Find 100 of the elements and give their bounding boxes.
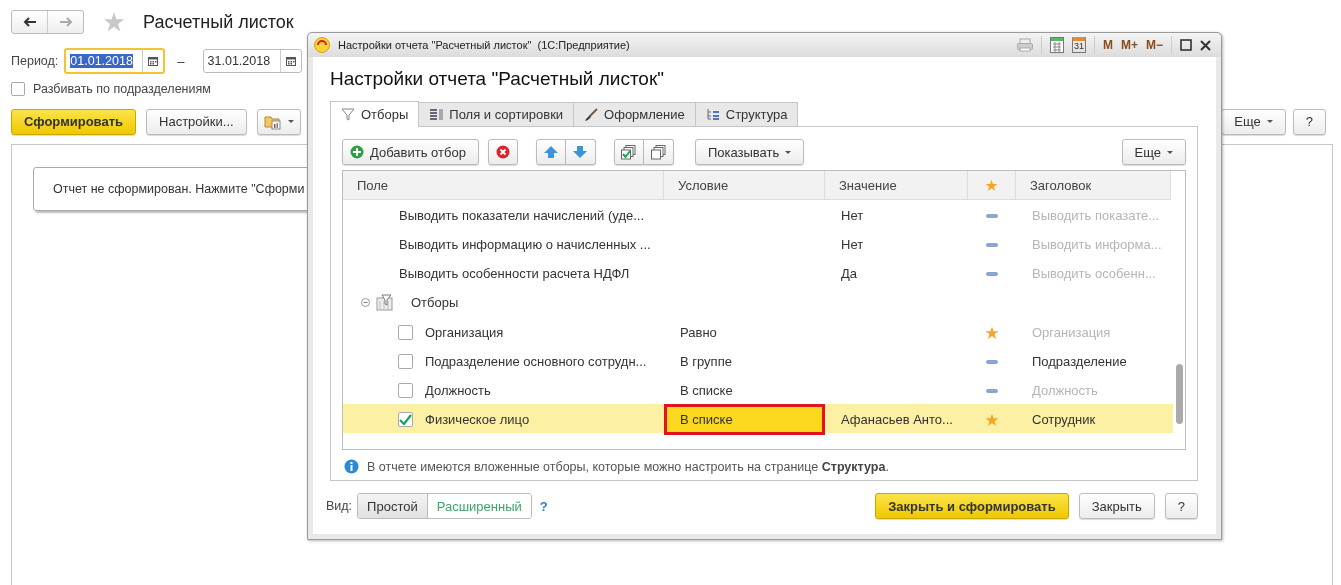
minus-icon[interactable] [986,241,998,248]
star-icon[interactable] [985,178,998,192]
report-options-button[interactable] [256,108,301,135]
button[interactable]: Настройки... [146,108,247,135]
report-icon [263,113,282,130]
close-icon[interactable] [1200,39,1211,51]
table-row[interactable]: Выводить особенности расчета НДФЛ Да Выводить особенн... [343,259,1173,288]
menu-button[interactable]: Еще [1221,108,1286,135]
calendar-icon[interactable]: 31 [1071,37,1086,53]
tab[interactable]: Поля и сортировки [418,102,575,126]
more-menu-button[interactable]: Еще [1121,139,1186,165]
field-name: Должность [425,383,491,398]
table-cell: В списке [664,404,825,435]
table-cell-text: Выводить особенн... [1031,266,1157,281]
column-header[interactable]: Поле [343,171,664,199]
move-down-button[interactable] [565,139,596,165]
checkbox[interactable] [398,412,413,427]
table-row[interactable]: Подразделение основного сотрудн... В группе Подразделение [343,346,1173,375]
minus-icon[interactable] [986,387,998,394]
column-header[interactable]: Условие [664,171,825,199]
table-cell-text: Равно [679,324,718,342]
add-icon [350,145,364,159]
calendar-icon[interactable] [285,56,296,66]
view-label: Вид: [326,499,353,513]
dialog-heading: Настройки отчета "Расчетный листок" [330,68,665,90]
button[interactable]: ? [1164,493,1198,519]
tab[interactable]: Отборы [330,101,420,127]
date-field[interactable]: 01.01.2018 [64,48,166,74]
printer-icon[interactable] [1016,38,1033,52]
page-title: Расчетный листок [143,11,294,33]
arrow-up-icon [543,146,558,158]
field-name: Физическое лицо [425,412,530,427]
memory-button[interactable]: M− [1146,38,1163,52]
funnel-icon [341,107,355,122]
table-cell-text: Нет [840,237,865,252]
check-all-icon [621,144,637,160]
minus-icon[interactable] [986,358,998,365]
tab[interactable]: Структура [694,102,799,126]
table-cell-text: Выводить информа... [1031,237,1163,252]
table-row[interactable]: Отборы [343,288,1173,317]
primary-button[interactable]: Сформировать [11,108,137,135]
info-text: В отчете имеются вложенные отборы, которые можно настроить на странице Структура. [367,459,889,474]
table-row[interactable]: Физическое лицо В списке Афанасьев Анто... Сотрудник [343,404,1173,433]
period-label: Период: [11,54,59,68]
button[interactable]: ? [1292,108,1326,135]
uncheck-all-button[interactable] [643,139,674,165]
window-title: Настройки отчета "Расчетный листок" (1С:Предприятие) [338,39,630,51]
table-row[interactable]: Организация Равно Организация [343,317,1173,346]
fields-sort-icon [429,107,444,122]
checkbox[interactable] [398,354,413,369]
table-row[interactable]: Выводить информацию о начисленных ... Нет Выводить информа... [343,230,1173,259]
table-cell-text: Афанасьев Анто... [840,412,954,427]
minus-icon[interactable] [986,212,998,219]
button[interactable]: Закрыть [1078,493,1155,519]
memory-button[interactable]: M+ [1120,38,1138,52]
field-name: Выводить показатели начислений (уде... [399,208,645,223]
field-name: Организация [425,325,504,340]
table-cell-text: В группе [679,353,733,371]
calculator-icon[interactable] [1049,37,1064,53]
table-row[interactable]: Должность В списке Должность [343,375,1173,404]
back-arrow-icon[interactable] [22,17,37,27]
navigation-buttons[interactable] [11,10,84,34]
delete-button[interactable] [487,139,518,165]
date-field[interactable]: 31.01.2018 [202,49,302,73]
maximize-icon[interactable] [1180,39,1192,51]
add-filter-button[interactable]: Добавить отбор [342,139,479,165]
view-option[interactable]: Простой [358,494,428,518]
delete-icon [495,145,510,159]
checkbox-label: Разбивать по подразделениям [33,82,211,96]
check-all-button[interactable] [613,139,644,165]
checkbox[interactable] [398,325,413,340]
brush-icon [584,107,599,122]
structure-icon [705,107,720,122]
collapse-icon[interactable] [361,298,370,307]
table-cell-text: Сотрудник [1031,412,1097,427]
star-icon[interactable] [985,412,999,427]
field-name: Выводить особенности расчета НДФЛ [399,266,630,281]
filter-group-icon [376,294,393,311]
forward-arrow-icon[interactable] [58,17,73,27]
primary-button[interactable]: Закрыть и сформировать [875,493,1069,519]
calendar-icon[interactable] [148,56,159,66]
move-up-button[interactable] [535,139,566,165]
stacked-boxes-icon [650,144,666,160]
star-icon[interactable] [103,11,125,33]
minus-icon[interactable] [986,270,998,277]
show-menu-button[interactable]: Показывать [694,139,805,165]
star-icon[interactable] [985,325,999,340]
table-cell-text: Организация [1031,325,1112,340]
table-cell-text: Нет [840,208,865,223]
tab[interactable]: Оформление [573,102,696,126]
checkbox[interactable] [398,383,413,398]
arrow-down-icon [573,146,588,158]
help-link[interactable]: ? [539,498,548,514]
table-cell-text: Подразделение [1031,354,1128,369]
checkbox[interactable] [11,82,25,96]
column-header[interactable]: Заголовок [1016,171,1171,199]
column-header[interactable]: Значение [825,171,968,199]
field-name: Подразделение основного сотрудн... [425,354,647,369]
memory-button[interactable]: M [1102,38,1113,52]
table-cell-text: Да [840,266,859,281]
